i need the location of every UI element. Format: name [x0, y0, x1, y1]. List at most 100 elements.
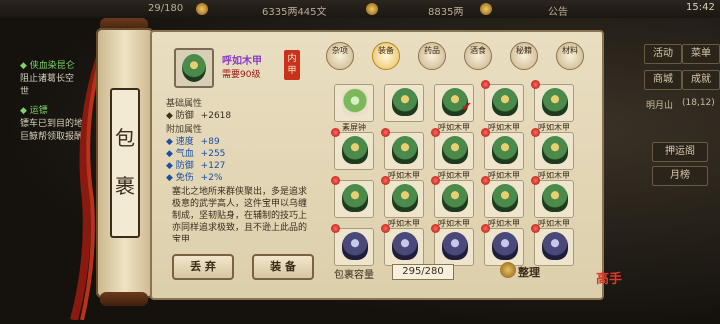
armor-item-icon	[392, 136, 418, 164]
item-description: 塞北之地所来群侠聚出，多是追求极意的武学高人，这件宝甲以乌缠制成，坚韧贴身，在辅…	[172, 187, 308, 242]
armor-item-icon	[342, 232, 368, 260]
inventory-slot[interactable]	[384, 84, 424, 122]
new-badge-icon	[431, 176, 440, 185]
notice-button[interactable]: 公告	[548, 3, 568, 18]
ranking-button[interactable]: 月榜	[652, 166, 708, 186]
inventory-slot[interactable]: ✔	[434, 84, 474, 122]
top-status-bar: 29/180 6335两445文 8835两 公告	[0, 0, 720, 18]
inventory-slot[interactable]	[481, 128, 524, 170]
armor-item-icon	[542, 184, 568, 212]
stat-value: +89	[200, 137, 220, 147]
menu-button[interactable]: 菜单	[682, 44, 720, 64]
logo-text: 高手	[596, 272, 623, 287]
add-coin-icon[interactable]	[196, 3, 208, 15]
tab-label: 秘籍	[516, 46, 532, 55]
new-badge-icon	[531, 224, 540, 233]
clock: 15:42	[686, 2, 715, 13]
armor-item-icon	[492, 136, 518, 164]
armor-item-icon	[492, 184, 518, 212]
selected-check-icon: ✔	[461, 100, 472, 115]
inventory-slot[interactable]	[531, 176, 574, 218]
inventory-slot[interactable]	[431, 128, 474, 170]
armor-item-icon	[492, 88, 518, 116]
new-badge-icon	[381, 176, 390, 185]
capacity-value: 295/280	[392, 264, 454, 280]
new-badge-icon	[481, 128, 490, 137]
stat-value: +255	[200, 149, 226, 159]
location-coords: (18,12)	[682, 98, 715, 108]
item-requirement: 需要90级	[222, 70, 261, 80]
tab-misc[interactable]: 杂项	[326, 42, 354, 76]
stat-value: +2%	[200, 173, 223, 183]
stat-row: ◆ 免伤 +2%	[166, 172, 314, 184]
money-text: 6335两445文	[262, 7, 327, 18]
tab-label: 杂项	[332, 46, 348, 55]
activity-button[interactable]: 活动	[644, 44, 682, 64]
stat-value: +127	[200, 161, 226, 171]
discard-button[interactable]: 丢 弃	[172, 254, 234, 280]
inventory-slot[interactable]	[381, 224, 424, 266]
armor-item-icon	[542, 88, 568, 116]
escort-button[interactable]: 押运阁	[652, 142, 708, 162]
add-gem-icon[interactable]	[480, 3, 492, 15]
extra-attr-header: 附加属性	[166, 125, 203, 135]
new-badge-icon	[531, 80, 540, 89]
inventory-slot[interactable]	[531, 128, 574, 170]
shop-button[interactable]: 商城	[644, 70, 682, 90]
achievement-button[interactable]: 成就	[682, 70, 720, 90]
bag-title: 包 裹	[110, 88, 140, 238]
sort-button[interactable]: 整理	[518, 264, 540, 280]
inventory-slot[interactable]	[381, 176, 424, 218]
inventory-slot[interactable]	[481, 224, 524, 266]
new-badge-icon	[431, 128, 440, 137]
inventory-slot[interactable]	[381, 128, 424, 170]
tab-equipment[interactable]: 装备	[372, 42, 400, 76]
item-stats: 基础属性 ◆ 防御 +2618 附加属性 ◆ 速度 +89 ◆ 气血 +255 …	[166, 98, 314, 184]
new-badge-icon	[531, 128, 540, 137]
base-attr-header: 基础属性	[166, 99, 203, 109]
new-badge-icon	[381, 128, 390, 137]
stat-label: ◆ 防御	[166, 111, 194, 121]
armor-item-icon	[492, 232, 518, 260]
inventory-slot[interactable]	[531, 80, 574, 122]
armor-item-icon	[442, 184, 468, 212]
inventory-grid: 素屏钟 ✔ 呼如木甲 呼如木甲 呼如木甲 呼如木甲 呼如木甲 呼如木甲 呼如木甲 呼如木甲 呼如木甲…	[330, 80, 586, 266]
inventory-slot[interactable]	[331, 128, 374, 170]
armor-item-icon	[342, 136, 368, 164]
armor-item-icon	[392, 88, 418, 116]
tab-manuals[interactable]: 秘籍	[510, 42, 538, 76]
tab-label: 材料	[562, 46, 578, 55]
inventory-slot[interactable]	[431, 176, 474, 218]
location-name: 明月山	[646, 101, 674, 111]
game-logo: 高手	[596, 272, 622, 306]
sort-icon[interactable]	[500, 262, 516, 278]
tab-label: 药品	[424, 46, 440, 55]
inventory-slot[interactable]	[331, 224, 374, 266]
tab-materials[interactable]: 材料	[556, 42, 584, 76]
inventory-slot[interactable]	[334, 84, 374, 122]
stat-label: ◆ 防御	[166, 161, 194, 171]
item-type-stamp: 内甲	[284, 50, 300, 80]
stat-row: ◆ 防御 +127	[166, 160, 314, 172]
new-badge-icon	[531, 176, 540, 185]
coin-icon	[366, 3, 378, 15]
stat-row: ◆ 速度 +89	[166, 136, 314, 148]
new-badge-icon	[481, 224, 490, 233]
equip-button[interactable]: 装 备	[252, 254, 314, 280]
stat-value: +2618	[200, 111, 232, 121]
armor-item-icon	[392, 184, 418, 212]
tab-food[interactable]: 酒食	[464, 42, 492, 76]
new-badge-icon	[331, 224, 340, 233]
scroll-rod	[100, 292, 148, 306]
stat-label: ◆ 免伤	[166, 173, 194, 183]
inventory-slot[interactable]	[481, 176, 524, 218]
tab-label: 装备	[378, 46, 394, 55]
inventory-slot[interactable]	[431, 224, 474, 266]
inventory-slot[interactable]	[331, 176, 374, 218]
stat-row: ◆ 气血 +255	[166, 148, 314, 160]
inventory-slot[interactable]	[531, 224, 574, 266]
tab-medicine[interactable]: 药品	[418, 42, 446, 76]
new-badge-icon	[481, 80, 490, 89]
inventory-slot[interactable]	[481, 80, 524, 122]
capacity-label: 包裹容量	[334, 270, 374, 281]
